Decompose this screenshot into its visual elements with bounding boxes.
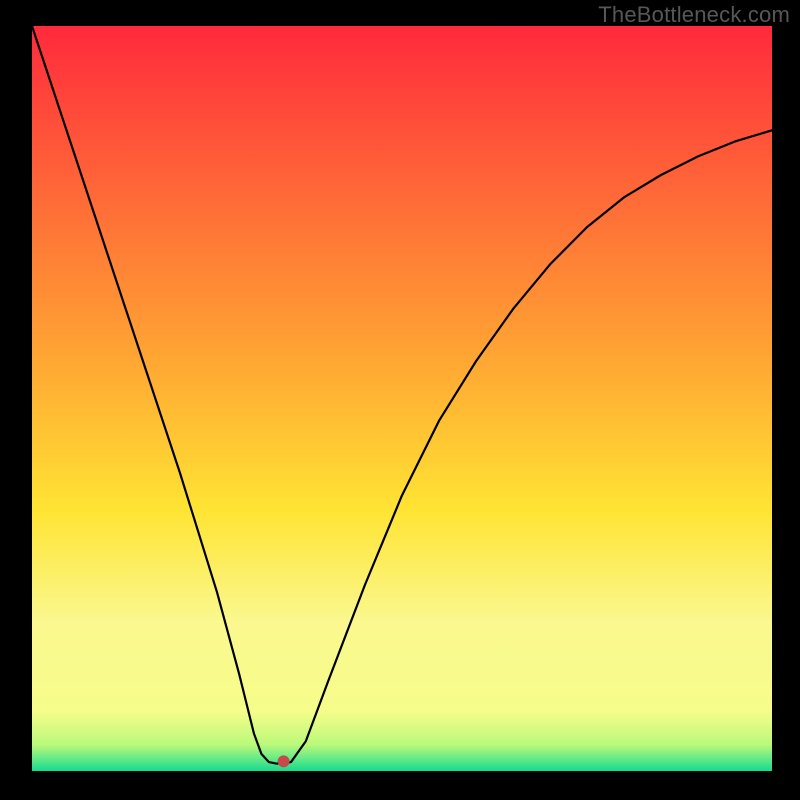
chart-container: TheBottleneck.com — [0, 0, 800, 800]
optimal-point-marker — [278, 755, 290, 767]
watermark-text: TheBottleneck.com — [598, 2, 790, 28]
chart-svg — [0, 0, 800, 800]
plot-background — [32, 26, 772, 771]
